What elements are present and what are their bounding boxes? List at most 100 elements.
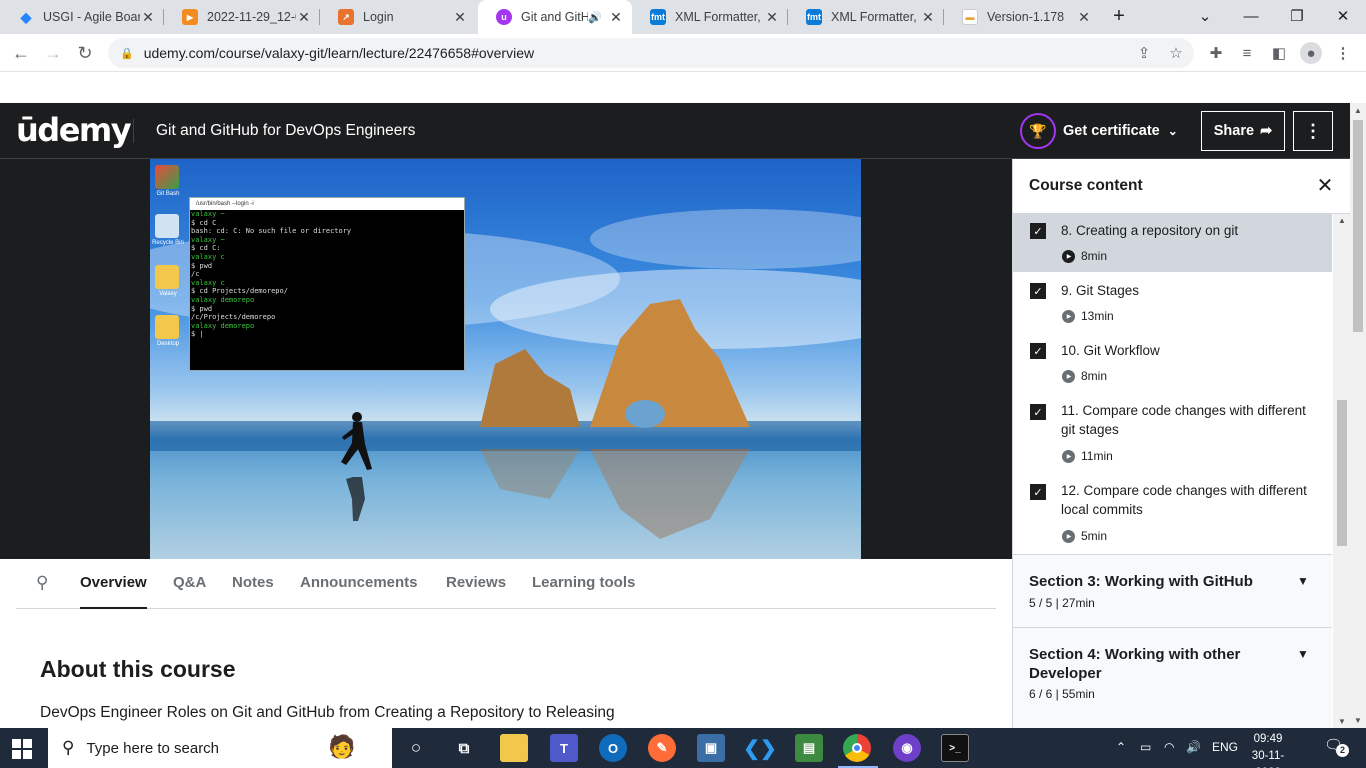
sidebar-title: Course content (1029, 177, 1143, 194)
tab-overview[interactable]: Overview (80, 559, 147, 609)
tab-announcements[interactable]: Announcements (300, 559, 418, 609)
checkbox-checked-icon[interactable]: ✓ (1030, 283, 1046, 299)
terminal-line: $ | (191, 330, 204, 339)
scroll-up-arrow-icon[interactable]: ▲ (1338, 216, 1346, 225)
taskbar-search-box[interactable]: ⚲ Type here to search 🧑 (48, 728, 392, 768)
outlook-icon[interactable]: O (599, 734, 627, 762)
tab-learning-tools[interactable]: Learning tools (532, 559, 635, 609)
close-tab-icon[interactable]: ✕ (608, 9, 624, 26)
sidebar-scrollbar[interactable]: ▲ ▼ (1333, 214, 1351, 728)
share-button[interactable]: Share ➦ (1201, 111, 1285, 151)
browser-tab[interactable]: ▬ Version-1.178 ✕ (944, 0, 1100, 34)
reload-icon[interactable]: ↻ (70, 38, 100, 68)
chrome-icon[interactable] (843, 734, 871, 762)
github-desktop-icon[interactable]: ◉ (893, 734, 921, 762)
browser-menu-icon[interactable]: ⋮ (1332, 42, 1354, 64)
profile-avatar-icon[interactable]: ● (1300, 42, 1322, 64)
address-bar[interactable]: 🔒 udemy.com/course/valaxy-git/learn/lect… (108, 38, 1194, 68)
browser-tab-active[interactable]: u Git and GitHub 🔊 ✕ (478, 0, 632, 34)
browser-tab[interactable]: fmt XML Formatter, X ✕ (788, 0, 944, 34)
restore-button[interactable]: ❐ (1274, 0, 1320, 32)
video-player[interactable]: Git Bash Recycle Bin Valaxy Desktop /usr… (0, 159, 1012, 559)
notepad-icon[interactable]: ▤ (795, 734, 823, 762)
git-bash-icon[interactable] (155, 165, 179, 189)
cortana-circle-icon[interactable]: ○ (402, 734, 430, 762)
postman-icon[interactable]: ✎ (648, 734, 676, 762)
folder-icon[interactable] (155, 265, 179, 289)
checkbox-checked-icon[interactable]: ✓ (1030, 484, 1046, 500)
scrollbar-thumb[interactable] (1353, 120, 1363, 332)
scroll-down-arrow-icon[interactable]: ▼ (1338, 717, 1346, 726)
udemy-logo[interactable]: ūdemy (16, 111, 132, 149)
checkbox-checked-icon[interactable]: ✓ (1030, 223, 1046, 239)
tab-reviews[interactable]: Reviews (446, 559, 506, 609)
task-view-icon[interactable]: ⧉ (450, 734, 478, 762)
volume-icon[interactable]: 🔊 (1186, 740, 1201, 754)
remote-desktop-icon[interactable]: ▣ (697, 734, 725, 762)
browser-tab[interactable]: ▶ 2022-11-29_12-0 ✕ (164, 0, 320, 34)
scroll-down-arrow-icon[interactable]: ▼ (1354, 716, 1362, 725)
windows-start-icon[interactable] (12, 739, 32, 759)
folder-icon[interactable] (155, 315, 179, 339)
speaker-icon[interactable]: 🔊 (588, 11, 602, 24)
browser-tab[interactable]: ◆ USGI - Agile Boar ✕ (0, 0, 164, 34)
browser-tab[interactable]: ↗ Login ✕ (320, 0, 476, 34)
close-icon[interactable]: ✕ (1313, 173, 1337, 197)
tab-qa[interactable]: Q&A (173, 559, 206, 609)
close-tab-icon[interactable]: ✕ (1076, 9, 1092, 26)
terminal-line: $ cd Projects/demorepo/ (191, 287, 288, 296)
course-title[interactable]: Git and GitHub for DevOps Engineers (156, 122, 415, 140)
new-tab-button[interactable]: + (1096, 0, 1142, 32)
tab-notes[interactable]: Notes (232, 559, 274, 609)
minimize-button[interactable]: — (1228, 0, 1274, 32)
vscode-icon[interactable]: ❮❯ (743, 734, 777, 762)
lecture-item[interactable]: ✓ 8. Creating a repository on git ▶ 8min (1013, 214, 1332, 272)
fmt-icon: fmt (806, 9, 822, 25)
reading-list-icon[interactable]: ≡ (1236, 42, 1258, 64)
section-item[interactable]: Section 4: Working with other Developer … (1013, 627, 1332, 728)
lecture-item[interactable]: ✓ 10. Git Workflow ▶ 8min (1013, 332, 1332, 392)
page-scrollbar[interactable]: ▲ ▼ (1350, 103, 1366, 728)
language-indicator[interactable]: ENG (1212, 740, 1238, 754)
get-certificate-button[interactable]: 🏆 Get certificate ⌄ (1020, 111, 1178, 151)
search-icon[interactable]: ⚲ (36, 559, 48, 609)
desktop-icon-label: Git Bash (156, 191, 180, 197)
teams-icon[interactable]: T (550, 734, 578, 762)
back-arrow-icon[interactable]: ← (6, 38, 36, 68)
more-options-button[interactable]: ⋮ (1293, 111, 1333, 151)
command-prompt-icon[interactable]: >_ (941, 734, 969, 762)
share-arrow-icon: ➦ (1260, 123, 1273, 139)
browser-tab[interactable]: fmt XML Formatter, X ✕ (632, 0, 788, 34)
battery-icon[interactable]: ▭ (1140, 740, 1151, 754)
desktop-icon-label: Recycle Bin (152, 240, 184, 246)
play-circle-icon: ▶ (1062, 529, 1075, 543)
side-panel-icon[interactable]: ◧ (1268, 42, 1290, 64)
tab-search-chevron-icon[interactable]: ⌄ (1182, 0, 1228, 32)
bookmark-star-icon[interactable]: ☆ (1165, 42, 1187, 64)
login-chart-icon: ↗ (338, 9, 354, 25)
share-page-icon[interactable]: ⇪ (1133, 42, 1155, 64)
scrollbar-thumb[interactable] (1337, 400, 1347, 546)
forward-arrow-icon[interactable]: → (38, 38, 68, 68)
lecture-item[interactable]: ✓ 9. Git Stages ▶ 13min (1013, 272, 1332, 332)
extensions-puzzle-icon[interactable]: ✚ (1205, 42, 1227, 64)
taskbar-clock[interactable]: 09:49 30-11-2022 (1244, 731, 1292, 768)
file-explorer-icon[interactable] (500, 734, 528, 762)
url-text: udemy.com/course/valaxy-git/learn/lectur… (143, 45, 535, 61)
lecture-item[interactable]: ✓ 11. Compare code changes with differen… (1013, 392, 1332, 472)
recycle-bin-icon[interactable] (155, 214, 179, 238)
lecture-item[interactable]: ✓ 12. Compare code changes with differen… (1013, 472, 1332, 554)
checkbox-checked-icon[interactable]: ✓ (1030, 343, 1046, 359)
close-tab-icon[interactable]: ✕ (764, 9, 780, 26)
close-window-button[interactable]: ✕ (1320, 0, 1366, 32)
tray-up-chevron-icon[interactable]: ⌃ (1116, 740, 1126, 754)
close-tab-icon[interactable]: ✕ (296, 9, 312, 26)
scroll-up-arrow-icon[interactable]: ▲ (1354, 106, 1362, 115)
close-tab-icon[interactable]: ✕ (452, 9, 468, 26)
close-tab-icon[interactable]: ✕ (140, 9, 156, 26)
terminal-line: valaxy c (191, 252, 225, 261)
wifi-icon[interactable]: ◠ (1164, 740, 1174, 754)
checkbox-checked-icon[interactable]: ✓ (1030, 404, 1046, 420)
close-tab-icon[interactable]: ✕ (920, 9, 936, 26)
section-item[interactable]: Section 3: Working with GitHub 5 / 5 | 2… (1013, 554, 1332, 627)
